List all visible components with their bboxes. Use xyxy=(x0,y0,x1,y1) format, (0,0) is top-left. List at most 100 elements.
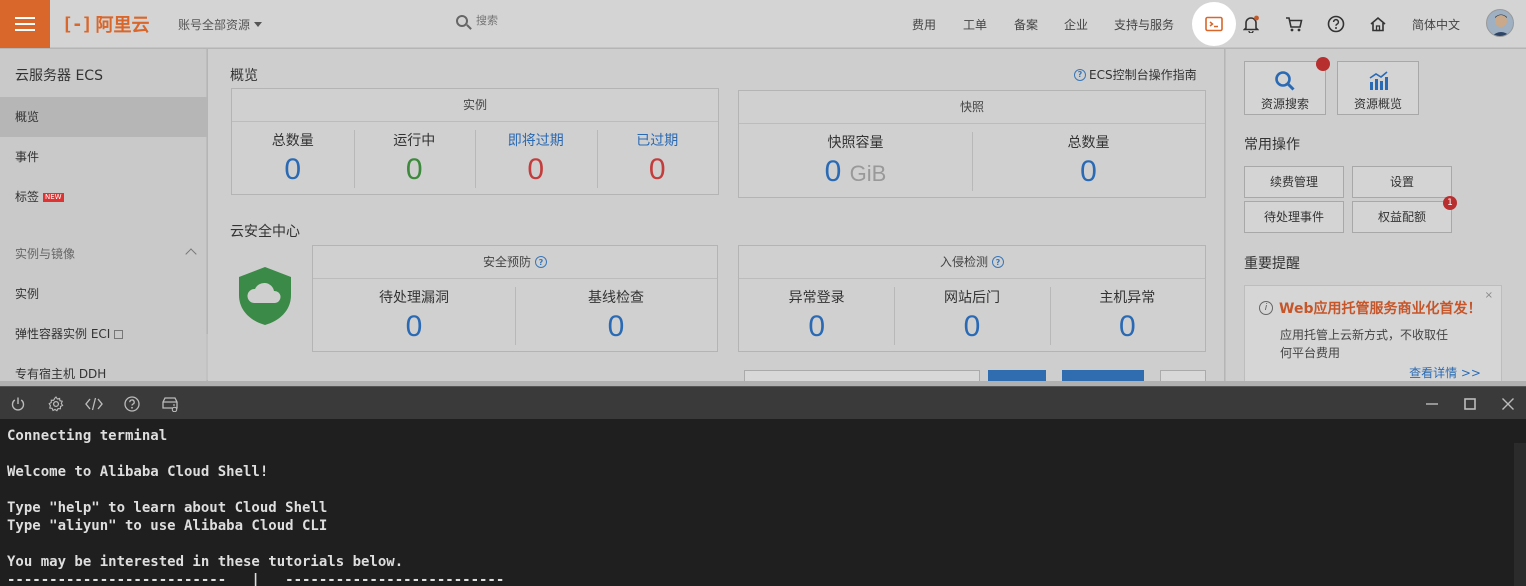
help-icon xyxy=(1327,15,1345,33)
resource-overview-button[interactable]: 资源概览 xyxy=(1337,61,1419,115)
reminder-body: 应用托管上云新方式，不收取任何平台费用 xyxy=(1280,328,1449,360)
storage-icon xyxy=(162,397,178,412)
abnormal-login-label: 异常登录 xyxy=(788,290,845,306)
terminal-line: Connecting terminal xyxy=(7,428,168,444)
cloud-shell-toolbar xyxy=(0,386,1526,419)
sidebar-item-tags[interactable]: 标签 NEW xyxy=(0,177,207,217)
nav-fees[interactable]: 费用 xyxy=(912,16,936,33)
sidebar-item-overview[interactable]: 概览 xyxy=(0,97,207,137)
renewal-management-button[interactable]: 续费管理 xyxy=(1244,166,1344,198)
pending-events-button[interactable]: 待处理事件 xyxy=(1244,201,1344,233)
code-button[interactable] xyxy=(84,394,104,414)
host-anomaly-label: 主机异常 xyxy=(1099,290,1156,306)
terminal-output[interactable]: Connecting terminal​Welcome to Alibaba C… xyxy=(0,419,1526,586)
sidebar-group-instances-images[interactable]: 实例与镜像 xyxy=(15,245,197,262)
instances-expired-label[interactable]: 已过期 xyxy=(597,130,719,150)
sidebar-item-events[interactable]: 事件 xyxy=(0,137,207,177)
instances-expired-cell[interactable]: 已过期 0 xyxy=(596,122,719,194)
create-instance-button[interactable] xyxy=(1062,370,1144,381)
snapshot-total-cell[interactable]: 总数量 0 xyxy=(972,124,1205,197)
sidebar-item-instances[interactable]: 实例 xyxy=(0,274,207,314)
resource-search-red-dot xyxy=(1316,57,1330,71)
help-button[interactable] xyxy=(122,394,142,414)
close-terminal-button[interactable] xyxy=(1498,394,1518,414)
terminal-text: Connecting terminal​Welcome to Alibaba C… xyxy=(7,427,504,586)
resource-filter-input[interactable] xyxy=(744,370,980,381)
terminal-line: ​ xyxy=(7,535,504,553)
snapshot-capacity-value: 0 GiB xyxy=(739,152,972,194)
snapshots-panel-header: 快照 xyxy=(739,91,1205,124)
global-search[interactable] xyxy=(456,14,676,27)
search-input[interactable] xyxy=(476,14,676,27)
instances-total-label: 总数量 xyxy=(271,133,314,149)
settings-button[interactable]: 设置 xyxy=(1352,166,1452,198)
snapshot-capacity-unit: GiB xyxy=(849,161,887,186)
nav-support[interactable]: 支持与服务 xyxy=(1114,16,1174,33)
power-icon xyxy=(11,397,25,411)
cloud-shell-button[interactable] xyxy=(1192,2,1236,46)
host-anomaly-cell[interactable]: 主机异常 0 xyxy=(1049,279,1205,351)
cart-icon xyxy=(1286,17,1303,32)
search-resources-button[interactable] xyxy=(988,370,1046,381)
sidebar-group-label: 实例与镜像 xyxy=(15,247,76,261)
instances-expiring-label[interactable]: 即将过期 xyxy=(475,130,597,150)
instances-expiring-cell[interactable]: 即将过期 0 xyxy=(475,122,597,194)
nav-icp-filing[interactable]: 备案 xyxy=(1014,16,1038,33)
instances-panel: 实例 总数量 0 运行中 0 即将过期 0 已过期 0 xyxy=(231,88,719,195)
instances-total-cell[interactable]: 总数量 0 xyxy=(232,122,354,194)
close-icon[interactable]: × xyxy=(1485,290,1493,301)
sidebar: 云服务器 ECS 概览 事件 标签 NEW 实例与镜像 实例 弹性容器实例 ECI… xyxy=(0,49,207,381)
important-reminders-title: 重要提醒 xyxy=(1244,256,1300,272)
maximize-button[interactable] xyxy=(1460,394,1480,414)
sidebar-item-label: 弹性容器实例 ECI xyxy=(15,327,111,341)
notifications-button[interactable] xyxy=(1239,12,1263,36)
bar-chart-icon xyxy=(1369,71,1388,90)
nav-enterprise[interactable]: 企业 xyxy=(1064,16,1088,33)
sidebar-item-eci[interactable]: 弹性容器实例 ECI xyxy=(0,314,207,354)
sidebar-item-label: 事件 xyxy=(15,150,40,164)
avatar-image xyxy=(1487,10,1513,36)
minimize-button[interactable] xyxy=(1422,394,1442,414)
baseline-check-value: 0 xyxy=(607,310,625,343)
help-circle-icon: ? xyxy=(1074,68,1086,81)
resource-search-button[interactable]: 资源搜索 xyxy=(1244,61,1326,115)
view-details-link[interactable]: 查看详情 >> xyxy=(1409,364,1481,381)
instances-total-value: 0 xyxy=(284,153,302,186)
storage-button[interactable] xyxy=(160,394,180,414)
guide-link-label: ECS控制台操作指南 xyxy=(1089,68,1197,82)
nav-tickets[interactable]: 工单 xyxy=(963,16,987,33)
common-operations-title: 常用操作 xyxy=(1244,137,1300,153)
instances-running-cell[interactable]: 运行中 0 xyxy=(353,122,476,194)
pending-vulnerabilities-cell[interactable]: 待处理漏洞 0 xyxy=(313,279,515,351)
refresh-button[interactable] xyxy=(1160,370,1206,381)
terminal-scrollbar[interactable] xyxy=(1514,443,1526,586)
help-button[interactable] xyxy=(1324,12,1348,36)
reminder-card: i Web应用托管服务商业化首发！ × 应用托管上云新方式，不收取任何平台费用 … xyxy=(1244,285,1502,385)
account-resource-selector[interactable]: 账号全部资源 xyxy=(178,16,263,33)
abnormal-login-cell[interactable]: 异常登录 0 xyxy=(739,279,894,351)
terminal-line: You may be interested in these tutorials… xyxy=(7,554,404,570)
website-backdoor-cell[interactable]: 网站后门 0 xyxy=(894,279,1049,351)
instances-running-label: 运行中 xyxy=(393,133,436,149)
ecs-console-guide-link[interactable]: ? ECS控制台操作指南 xyxy=(1074,66,1197,83)
reminder-title[interactable]: i Web应用托管服务商业化首发！ xyxy=(1259,298,1481,318)
abnormal-login-value: 0 xyxy=(808,310,825,343)
aliyun-logo[interactable]: [-] 阿里云 xyxy=(62,11,150,37)
cart-button[interactable] xyxy=(1282,12,1306,36)
quota-button[interactable]: 权益配额 xyxy=(1352,201,1452,233)
sidebar-title: 云服务器 ECS xyxy=(15,68,103,84)
home-button[interactable] xyxy=(1366,12,1390,36)
user-avatar[interactable] xyxy=(1486,9,1514,37)
snapshot-capacity-cell[interactable]: 快照容量 0 GiB xyxy=(739,124,972,197)
language-selector[interactable]: 简体中文 xyxy=(1412,16,1460,33)
account-selector-label: 账号全部资源 xyxy=(178,18,251,32)
hamburger-menu-button[interactable] xyxy=(0,0,50,48)
baseline-check-cell[interactable]: 基线检查 0 xyxy=(515,279,717,351)
help-circle-icon[interactable]: ? xyxy=(992,256,1004,268)
logo-mark: [-] xyxy=(62,13,92,35)
settings-button[interactable] xyxy=(46,394,66,414)
intrusion-detection-panel: 入侵检测 ? 异常登录 0 网站后门 0 主机异常 0 xyxy=(738,245,1206,352)
help-circle-icon[interactable]: ? xyxy=(535,256,547,268)
power-button[interactable] xyxy=(8,394,28,414)
snapshot-capacity-number: 0 xyxy=(824,155,842,188)
